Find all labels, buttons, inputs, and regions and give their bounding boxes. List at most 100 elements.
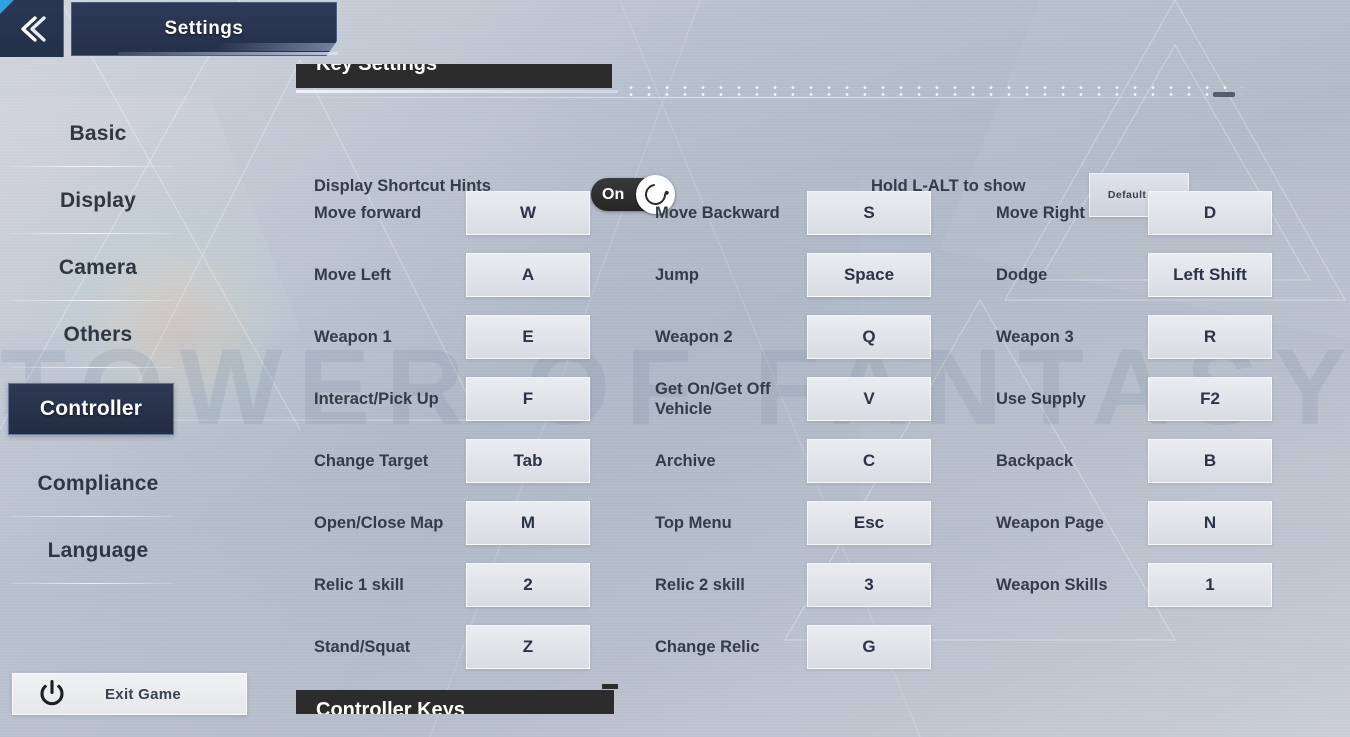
- keybind-action-label: Weapon 1: [314, 327, 392, 346]
- keybind-key-button[interactable]: D: [1148, 191, 1272, 235]
- keybind-key-label: C: [862, 451, 876, 470]
- sidebar-item-compliance[interactable]: Compliance: [0, 450, 196, 517]
- keybind-action-label: Use Supply: [996, 389, 1086, 408]
- keybind-key-label: Space: [843, 265, 895, 284]
- sidebar-item-language[interactable]: Language: [0, 517, 196, 584]
- exit-game-label: Exit Game: [105, 685, 182, 703]
- keybind-cell: Jump Space: [655, 244, 996, 306]
- keybind-cell: Weapon 2 Q: [655, 306, 996, 368]
- keybind-cell: Backpack B: [996, 430, 1337, 492]
- key-settings-section-header: Key Settings: [296, 64, 612, 88]
- sidebar-item-label: Compliance: [37, 471, 159, 495]
- top-bar: Settings: [0, 0, 1350, 62]
- settings-screen: TOWER OF FANTASY Settings Basic Display …: [0, 0, 1350, 737]
- keybind-action-label: Weapon 2: [655, 327, 733, 346]
- keybind-key-label: R: [1203, 327, 1217, 346]
- keybind-key-button[interactable]: 3: [807, 563, 931, 607]
- keybind-key-label: G: [862, 637, 876, 656]
- footer-bar: Exit Game: [0, 673, 1350, 737]
- keybind-action-label: Dodge: [996, 265, 1048, 284]
- keybind-key-label: B: [1203, 451, 1217, 470]
- keybind-key-button[interactable]: C: [807, 439, 931, 483]
- keybind-key-label: E: [522, 327, 534, 346]
- keybind-key-label: Left Shift: [1173, 265, 1247, 284]
- keybind-key-button[interactable]: M: [466, 501, 590, 545]
- keybind-row: Weapon 1 E Weapon 2 Q Weapon 3 R: [314, 306, 1338, 368]
- keybind-key-button[interactable]: F2: [1148, 377, 1272, 421]
- keybind-cell: Top Menu Esc: [655, 492, 996, 554]
- keybind-key-label: 2: [523, 575, 533, 594]
- keybind-key-label: N: [1203, 513, 1217, 532]
- keybind-key-label: Tab: [513, 451, 543, 470]
- keybind-cell: Weapon Skills 1: [996, 554, 1337, 616]
- keybind-key-button[interactable]: N: [1148, 501, 1272, 545]
- keybind-key-button[interactable]: E: [466, 315, 590, 359]
- keybind-cell-empty: [996, 616, 1337, 678]
- keybind-key-button[interactable]: Space: [807, 253, 931, 297]
- keybind-action-label: Weapon Page: [996, 513, 1104, 532]
- keybind-key-label: 1: [1205, 575, 1215, 594]
- keybind-key-button[interactable]: Z: [466, 625, 590, 669]
- sidebar-item-camera[interactable]: Camera: [0, 234, 196, 301]
- keybind-key-button[interactable]: 2: [466, 563, 590, 607]
- keybind-action-label: Top Menu: [655, 513, 732, 532]
- keybind-cell: Move Right D: [996, 182, 1337, 244]
- keybind-key-label: V: [863, 389, 875, 408]
- keybind-action-label: Jump: [655, 265, 700, 284]
- sidebar-item-basic[interactable]: Basic: [0, 100, 196, 167]
- keybind-cell: Relic 2 skill 3: [655, 554, 996, 616]
- keybind-cell: Change Relic G: [655, 616, 996, 678]
- keybind-action-label: Get On/Get Off Vehicle: [655, 379, 771, 418]
- scrollbar-thumb[interactable]: [1213, 92, 1235, 97]
- keybind-action-label: Archive: [655, 451, 716, 470]
- sidebar-item-label: Camera: [58, 255, 138, 279]
- keybind-cell: Move forward W: [314, 182, 655, 244]
- keybind-key-button[interactable]: Left Shift: [1148, 253, 1272, 297]
- keybind-key-button[interactable]: A: [466, 253, 590, 297]
- sidebar-item-display[interactable]: Display: [0, 167, 196, 234]
- window-title-plate: Settings: [71, 2, 337, 56]
- keybind-key-button[interactable]: B: [1148, 439, 1272, 483]
- back-button[interactable]: [0, 0, 64, 57]
- keybind-key-button[interactable]: Tab: [466, 439, 590, 483]
- sidebar-item-label: Controller: [39, 397, 143, 420]
- sidebar-item-others[interactable]: Others: [0, 301, 196, 368]
- keybind-key-label: Esc: [853, 513, 885, 532]
- keybind-row: Move forward W Move Backward S Move Righ…: [314, 182, 1338, 244]
- keybind-cell: Stand/Squat Z: [314, 616, 655, 678]
- keybind-key-button[interactable]: S: [807, 191, 931, 235]
- keybind-row: Relic 1 skill 2 Relic 2 skill 3 Weapon S…: [314, 554, 1338, 616]
- keybind-key-label: Q: [862, 327, 876, 346]
- exit-game-button[interactable]: Exit Game: [12, 673, 247, 715]
- keybind-action-label: Move Backward: [655, 203, 780, 222]
- sidebar-item-label: Basic: [69, 121, 127, 145]
- keybind-key-label: F2: [1200, 389, 1220, 408]
- keybind-row: Move Left A Jump Space Dodge Left Shift: [314, 244, 1338, 306]
- keybind-cell: Move Left A: [314, 244, 655, 306]
- keybind-key-button[interactable]: W: [466, 191, 590, 235]
- keybind-key-button[interactable]: R: [1148, 315, 1272, 359]
- controller-settings-panel: Key Settings Display Shortcut Hints On H…: [296, 64, 1350, 714]
- sidebar-item-label: Display: [59, 188, 137, 212]
- sidebar-item-controller[interactable]: Controller: [8, 383, 174, 435]
- keybind-key-button[interactable]: F: [466, 377, 590, 421]
- keybind-key-button[interactable]: Esc: [807, 501, 931, 545]
- keybind-key-button[interactable]: G: [807, 625, 931, 669]
- keybind-action-label: Weapon Skills: [996, 575, 1108, 594]
- keybind-key-button[interactable]: 1: [1148, 563, 1272, 607]
- keybind-cell: Dodge Left Shift: [996, 244, 1337, 306]
- keybind-key-button[interactable]: V: [807, 377, 931, 421]
- keybind-key-button[interactable]: Q: [807, 315, 931, 359]
- keybind-action-label: Change Target: [314, 451, 429, 470]
- section-header-underline: [296, 90, 618, 93]
- keybind-cell: Use Supply F2: [996, 368, 1337, 430]
- keybind-action-label: Stand/Squat: [314, 637, 411, 656]
- page-title: Settings: [164, 18, 244, 39]
- keybind-action-label: Relic 2 skill: [655, 575, 745, 594]
- section-title: Key Settings: [316, 64, 437, 76]
- keybind-action-label: Relic 1 skill: [314, 575, 404, 594]
- keybind-row: Open/Close Map M Top Menu Esc Weapon Pag…: [314, 492, 1338, 554]
- title-plate-streak: [213, 43, 337, 51]
- sidebar-item-label: Others: [63, 322, 133, 346]
